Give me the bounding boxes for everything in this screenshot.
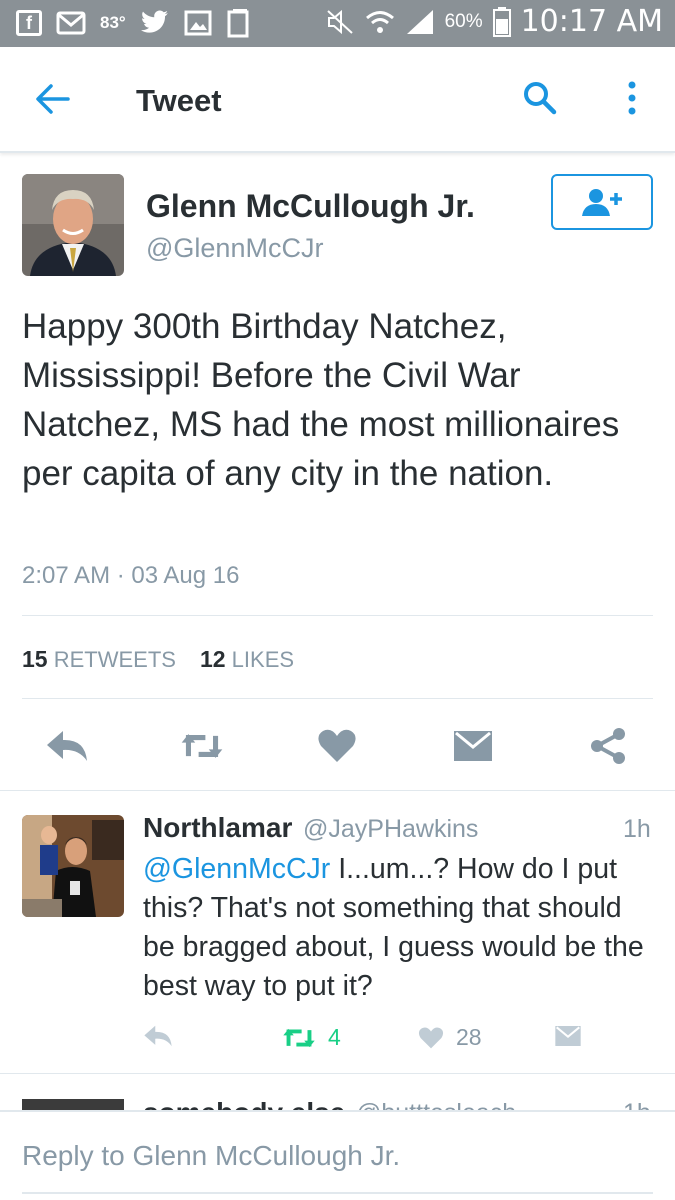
reply-author-name[interactable]: Northlamar <box>143 812 292 844</box>
share-button[interactable] <box>586 724 630 768</box>
reply-like-button[interactable]: 28 <box>418 1024 482 1051</box>
back-button[interactable] <box>34 83 70 115</box>
next-reply-peek[interactable]: somebody else @butttesleach 1h <box>0 1095 675 1111</box>
reply-author-handle[interactable]: @JayPHawkins <box>303 815 478 844</box>
retweet-icon <box>181 734 223 758</box>
envelope-icon <box>454 731 492 761</box>
status-bar: f 83° 60% 10:17 AM <box>0 0 675 47</box>
facebook-icon: f <box>16 10 42 36</box>
reply-input[interactable] <box>22 1140 652 1172</box>
reply-icon <box>47 731 87 761</box>
retweets-count: 15 <box>22 646 48 672</box>
twitter-icon <box>140 10 168 33</box>
tweet-timestamp[interactable]: 2:07 AM · 03 Aug 16 <box>22 562 240 590</box>
retweets-stat[interactable]: 15 RETWEETS <box>22 646 176 673</box>
divider <box>22 615 653 616</box>
next-reply-author-name: somebody else <box>143 1097 345 1111</box>
clock: 10:17 AM <box>520 4 663 39</box>
follow-button[interactable] <box>551 174 653 230</box>
reply-author-avatar[interactable] <box>22 815 124 917</box>
reply-input-underline <box>22 1192 653 1194</box>
author-handle[interactable]: @GlennMcCJr <box>146 233 323 264</box>
direct-message-button[interactable] <box>451 724 495 768</box>
search-button[interactable] <box>522 80 558 116</box>
author-name[interactable]: Glenn McCullough Jr. <box>146 188 475 225</box>
battery-icon <box>492 6 511 37</box>
mail-icon <box>56 11 86 35</box>
tweet-stats: 15 RETWEETS 12 LIKES <box>22 646 294 673</box>
app-bar: Tweet <box>0 47 675 153</box>
more-options-button[interactable] <box>620 80 644 116</box>
more-vertical-icon <box>628 81 636 115</box>
section-divider <box>0 1073 675 1074</box>
search-icon <box>524 82 557 115</box>
reply-button[interactable] <box>45 724 89 768</box>
heart-icon <box>418 1026 444 1048</box>
likes-label: LIKES <box>231 647 295 672</box>
author-avatar[interactable] <box>22 174 124 276</box>
page-title: Tweet <box>136 83 222 118</box>
likes-count: 12 <box>199 646 226 672</box>
arrow-left-icon <box>36 84 70 114</box>
mute-icon <box>326 9 353 34</box>
reply-retweet-button[interactable]: 4 <box>282 1024 341 1051</box>
reply-dm-button[interactable] <box>554 1024 582 1048</box>
reply-time: 1h <box>623 815 651 843</box>
reply-mention-link[interactable]: @GlennMcCJr <box>143 853 330 885</box>
reply-text: @GlennMcCJr I...um...? How do I put this… <box>143 850 658 1006</box>
like-button[interactable] <box>315 724 359 768</box>
clipboard-icon <box>227 9 249 38</box>
retweet-icon <box>283 1028 315 1047</box>
reply-icon <box>144 1025 172 1047</box>
battery-percent: 60% <box>444 10 483 32</box>
temperature: 83° <box>100 13 126 32</box>
section-divider <box>0 790 675 791</box>
add-user-icon <box>582 189 622 216</box>
heart-icon <box>318 729 356 762</box>
share-icon <box>591 728 625 764</box>
retweets-label: RETWEETS <box>53 647 176 672</box>
divider <box>22 698 653 699</box>
reply-reply-button[interactable] <box>143 1024 173 1048</box>
retweet-button[interactable] <box>180 724 224 768</box>
likes-stat[interactable]: 12 LIKES <box>200 646 294 673</box>
reply-retweet-count: 4 <box>328 1024 341 1050</box>
reply-like-count: 28 <box>456 1024 482 1050</box>
signal-icon <box>406 9 433 34</box>
reply-avatar-image <box>22 815 124 917</box>
wifi-icon <box>365 10 394 33</box>
envelope-icon <box>555 1026 581 1046</box>
tweet-text: Happy 300th Birthday Natchez, Mississipp… <box>22 307 620 493</box>
author-avatar-image <box>22 174 124 276</box>
gallery-icon <box>184 10 212 36</box>
reply-composer <box>0 1110 675 1200</box>
